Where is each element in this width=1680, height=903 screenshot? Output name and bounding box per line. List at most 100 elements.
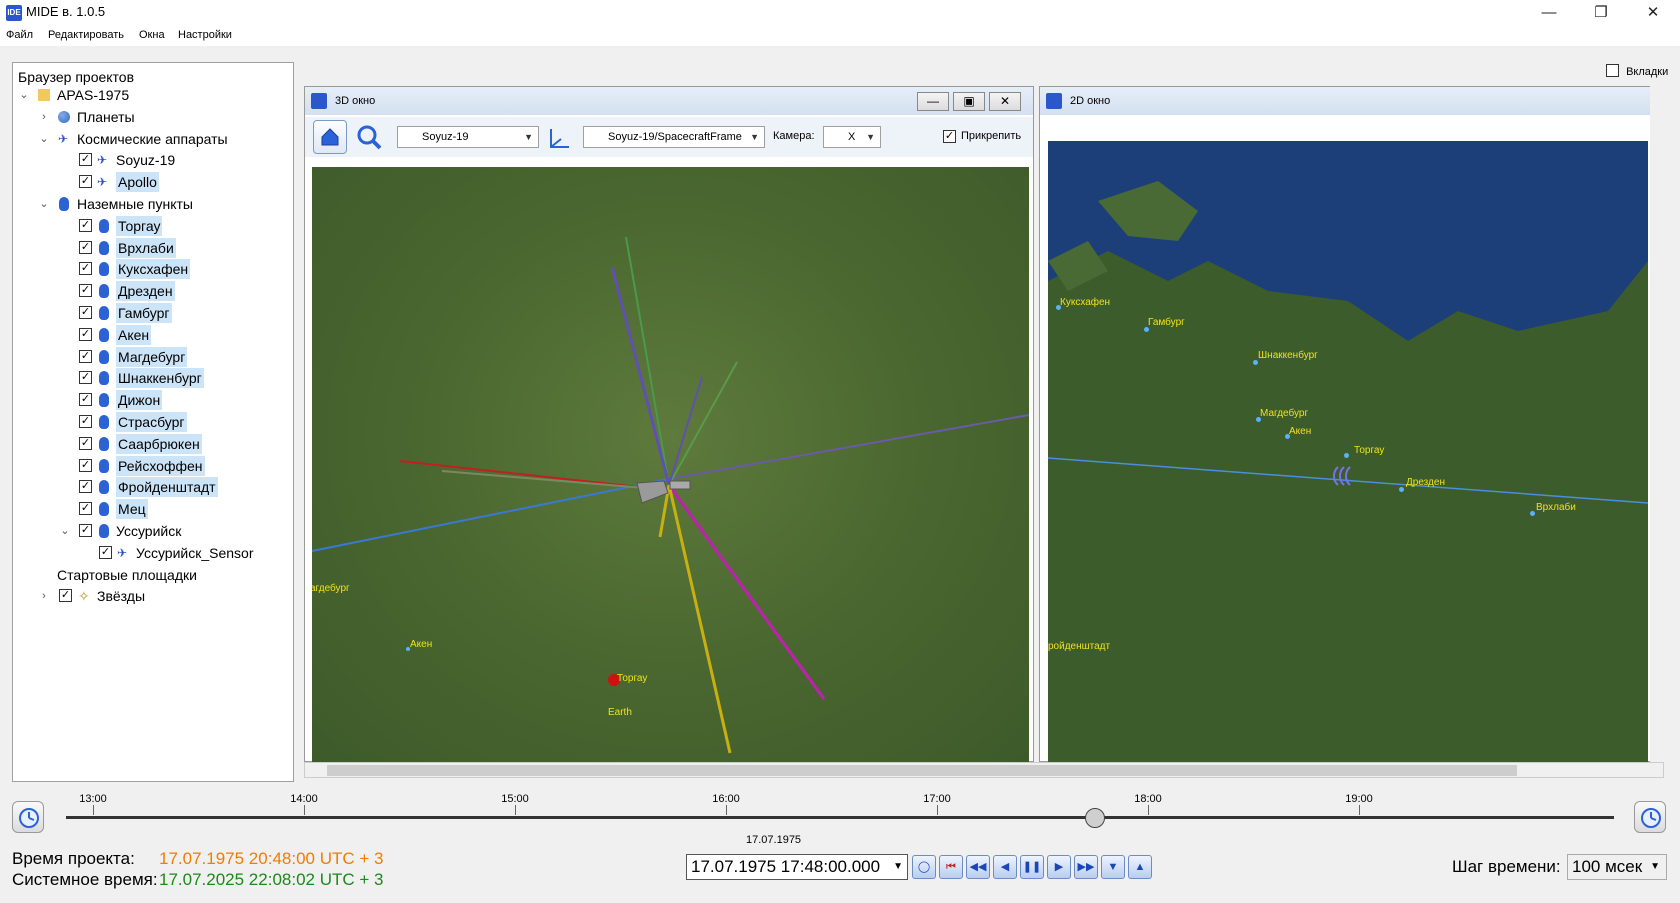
window-title: MIDE в. 1.0.5 bbox=[26, 4, 106, 19]
map-2d-view[interactable]: Куксхафен Гамбург Шнаккенбург Магдебург … bbox=[1048, 141, 1648, 763]
time-step-select[interactable]: 100 мсек ▼ bbox=[1567, 854, 1667, 880]
tree-ground-station[interactable]: ✓ Фройденштадт bbox=[13, 477, 291, 498]
checkbox[interactable]: ✓ bbox=[99, 545, 112, 559]
chevron-down-icon[interactable]: ⌄ bbox=[59, 521, 71, 541]
minimize-icon[interactable]: — bbox=[1522, 0, 1576, 26]
checkbox[interactable]: ✓ bbox=[79, 458, 92, 472]
slower-button[interactable]: ▼ bbox=[1101, 855, 1125, 879]
tree-ground-station[interactable]: ✓ Мец bbox=[13, 499, 291, 520]
tree-ground-station[interactable]: ✓ Дижон bbox=[13, 390, 291, 411]
tree-ground-station[interactable]: ✓ Саарбрюкен bbox=[13, 433, 291, 454]
tree-ground-station[interactable]: ✓ Магдебург bbox=[13, 346, 291, 367]
tree-ground-station[interactable]: ✓ Страсбург bbox=[13, 412, 291, 432]
checkbox[interactable]: ✓ bbox=[79, 327, 92, 341]
checkbox[interactable]: ✓ bbox=[79, 371, 92, 385]
chevron-down-icon[interactable]: ⌄ bbox=[38, 129, 50, 149]
pause-button[interactable]: ❚❚ bbox=[1020, 855, 1044, 879]
tree-ground-station[interactable]: ✓ Шнаккенбург bbox=[13, 368, 291, 389]
timeline-track[interactable] bbox=[66, 816, 1614, 819]
timeline-tick-label: 19:00 bbox=[1345, 793, 1373, 805]
scrollbar-thumb[interactable] bbox=[327, 765, 1517, 776]
menu-windows[interactable]: Окна bbox=[139, 29, 165, 41]
magdeburg-label: агдебург bbox=[312, 583, 350, 594]
tree-item-label: Врхлаби bbox=[116, 237, 176, 258]
close-icon[interactable]: ✕ bbox=[1626, 0, 1680, 26]
step-back-fast-button[interactable]: ◀◀ bbox=[966, 855, 990, 879]
checkbox[interactable]: ✓ bbox=[79, 153, 92, 167]
checkbox[interactable]: ✓ bbox=[79, 262, 92, 276]
step-forward-fast-button[interactable]: ▶▶ bbox=[1074, 855, 1098, 879]
tabs-toggle[interactable]: Вкладки bbox=[1606, 62, 1668, 78]
axes-button[interactable] bbox=[547, 125, 573, 151]
horizontal-scrollbar[interactable] bbox=[304, 762, 1664, 778]
tree-spacecraft-group[interactable]: ⌄ ✈ Космические аппараты bbox=[13, 129, 291, 149]
scene-3d-view[interactable]: агдебург Акен Торгау Earth bbox=[312, 167, 1029, 763]
go-start-button[interactable]: ⏮ bbox=[939, 855, 963, 879]
tree-spacecraft[interactable]: ✓ ✈ Apollo bbox=[13, 172, 291, 193]
torgau-label: Торгау bbox=[617, 673, 648, 684]
minimize-icon[interactable]: — bbox=[917, 92, 949, 111]
tree-sensor[interactable]: ✓ ✈ Уссурийск_Sensor bbox=[13, 543, 291, 563]
faster-button[interactable]: ▲ bbox=[1128, 855, 1152, 879]
chevron-right-icon[interactable]: › bbox=[38, 107, 50, 127]
tree-launch-sites[interactable]: Стартовые площадки bbox=[13, 565, 291, 585]
attach-checkbox[interactable]: ✓ bbox=[943, 130, 956, 143]
menu-edit[interactable]: Редактировать bbox=[48, 29, 124, 41]
tree-project[interactable]: ⌄ APAS-1975 bbox=[13, 85, 291, 105]
tree-ground-station[interactable]: ✓ Гамбург bbox=[13, 303, 291, 323]
tree-ground-station[interactable]: ⌄ ✓ Уссурийск bbox=[13, 521, 291, 541]
checkbox[interactable]: ✓ bbox=[79, 175, 92, 189]
checkbox[interactable]: ✓ bbox=[79, 240, 92, 254]
tree-ground-station[interactable]: ✓ Торгау bbox=[13, 215, 291, 236]
chevron-down-icon[interactable]: ⌄ bbox=[18, 85, 30, 105]
vertical-scrollbar[interactable] bbox=[1650, 86, 1663, 762]
tree-planets[interactable]: › Планеты bbox=[13, 107, 291, 127]
chevron-right-icon[interactable]: › bbox=[38, 586, 50, 606]
tree-ground-station[interactable]: ✓ Куксхафен bbox=[13, 259, 291, 280]
timeline-right-button[interactable] bbox=[1634, 801, 1666, 833]
frame-select[interactable]: Soyuz-19/SpacecraftFrame ▼ bbox=[583, 126, 765, 148]
tree-item-label: Уссурийск_Sensor bbox=[136, 544, 254, 561]
checkbox[interactable]: ✓ bbox=[79, 284, 92, 298]
checkbox[interactable]: ✓ bbox=[79, 415, 92, 428]
checkbox[interactable]: ✓ bbox=[79, 349, 92, 363]
tree-ground-station[interactable]: ✓ Акен bbox=[13, 324, 291, 345]
home-button[interactable] bbox=[313, 120, 347, 154]
play-button[interactable]: ▶ bbox=[1047, 855, 1071, 879]
checkbox[interactable]: ✓ bbox=[79, 502, 92, 516]
tree-item-label: Страсбург bbox=[116, 412, 187, 432]
checkbox[interactable]: ✓ bbox=[79, 436, 92, 450]
checkbox[interactable]: ✓ bbox=[79, 480, 92, 494]
axis-y2-line bbox=[610, 266, 671, 486]
checkbox[interactable]: ✓ bbox=[79, 306, 92, 319]
zoom-button[interactable] bbox=[355, 123, 383, 151]
tree-item-label: Стартовые площадки bbox=[57, 566, 197, 583]
tree-ground-station[interactable]: ✓ Врхлаби bbox=[13, 237, 291, 258]
checkbox[interactable]: ✓ bbox=[79, 218, 92, 232]
menu-settings[interactable]: Настройки bbox=[178, 29, 232, 41]
timeline-left-button[interactable] bbox=[12, 801, 44, 833]
tree-spacecraft[interactable]: ✓ ✈ Soyuz-19 bbox=[13, 150, 291, 170]
satellite-icon: ✈ bbox=[58, 131, 69, 146]
tabs-checkbox[interactable] bbox=[1606, 64, 1619, 77]
maximize-icon[interactable]: ▣ bbox=[953, 92, 985, 111]
tree-ground-station[interactable]: ✓ Рейсхоффен bbox=[13, 455, 291, 476]
clock-button[interactable]: ◯ bbox=[912, 855, 936, 879]
close-icon[interactable]: ✕ bbox=[989, 92, 1021, 111]
checkbox[interactable]: ✓ bbox=[79, 393, 92, 407]
tree-ground-station[interactable]: ✓ Дрезден bbox=[13, 281, 291, 302]
camera-select[interactable]: X ▼ bbox=[823, 126, 881, 148]
tree-stars[interactable]: › ✓ ✧ Звёзды bbox=[13, 586, 291, 606]
current-time-select[interactable]: 17.07.1975 17:48:00.000 ▼ bbox=[686, 854, 908, 880]
checkbox[interactable]: ✓ bbox=[59, 589, 72, 603]
tree-ground-group[interactable]: ⌄ Наземные пункты bbox=[13, 194, 291, 214]
chevron-down-icon[interactable]: ⌄ bbox=[38, 194, 50, 214]
menu-file[interactable]: Файл bbox=[6, 29, 33, 41]
triangle-down-icon: ▼ bbox=[1107, 861, 1119, 873]
restore-icon[interactable]: ❐ bbox=[1574, 0, 1628, 26]
step-back-button[interactable]: ◀ bbox=[993, 855, 1017, 879]
frame-select-value: Soyuz-19/SpacecraftFrame bbox=[608, 131, 742, 143]
object-select[interactable]: Soyuz-19 ▼ bbox=[397, 126, 539, 148]
browser-header: Браузер проектов bbox=[18, 69, 135, 85]
checkbox[interactable]: ✓ bbox=[79, 524, 92, 537]
